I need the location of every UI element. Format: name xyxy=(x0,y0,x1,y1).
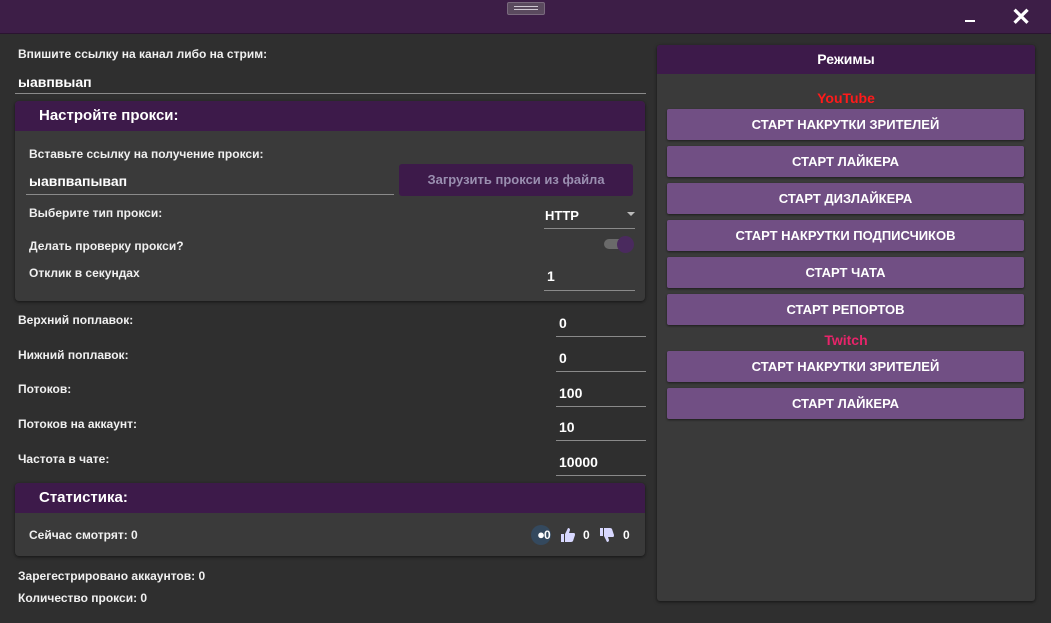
close-icon[interactable]: ✕ xyxy=(1009,6,1033,30)
proxy-link-input[interactable]: ыавпвапывап xyxy=(29,173,127,189)
proxy-settings-card: Настройте прокси: Вставьте ссылку на пол… xyxy=(15,101,645,301)
proxy-link-underline xyxy=(26,194,394,195)
threads-per-account-input[interactable]: 10 xyxy=(559,419,575,435)
youtube-viewers-button[interactable]: СТАРТ НАКРУТКИ ЗРИТЕЛЕЙ xyxy=(667,109,1024,140)
channel-link-underline xyxy=(15,93,646,94)
drag-handle-icon[interactable] xyxy=(507,2,545,15)
youtube-liker-button[interactable]: СТАРТ ЛАЙКЕРА xyxy=(667,146,1024,177)
bottom-float-label: Нижний поплавок: xyxy=(18,348,129,362)
threads-underline xyxy=(556,406,646,407)
registered-accounts: Зарегестрировано аккаунтов: 0 xyxy=(18,569,206,583)
minimize-icon[interactable] xyxy=(958,6,982,30)
modes-panel: Режимы YouTube СТАРТ НАКРУТКИ ЗРИТЕЛЕЙ С… xyxy=(657,45,1035,601)
bottom-float-underline xyxy=(556,371,646,372)
channel-link-input[interactable]: ыавпвыап xyxy=(18,74,92,90)
top-float-input[interactable]: 0 xyxy=(559,315,567,331)
top-float-underline xyxy=(556,336,646,337)
youtube-subscribers-button[interactable]: СТАРТ НАКРУТКИ ПОДПИСЧИКОВ xyxy=(667,220,1024,251)
modes-title: Режимы xyxy=(657,45,1035,74)
proxy-link-label: Вставьте ссылку на получение прокси: xyxy=(29,147,264,161)
dislikes-count: 0 xyxy=(623,528,630,542)
youtube-label: YouTube xyxy=(817,90,875,106)
proxy-type-label: Выберите тип прокси: xyxy=(29,206,163,220)
toggle-knob-icon[interactable] xyxy=(617,236,634,253)
chat-frequency-underline xyxy=(556,475,646,476)
top-float-label: Верхний поплавок: xyxy=(18,313,134,327)
proxy-settings-title: Настройте прокси: xyxy=(15,101,645,131)
twitch-label: Twitch xyxy=(824,332,868,348)
youtube-reports-button[interactable]: СТАРТ РЕПОРТОВ xyxy=(667,294,1024,325)
threads-per-account-underline xyxy=(556,440,646,441)
chat-frequency-label: Частота в чате: xyxy=(18,452,110,466)
title-bar[interactable]: ✕ xyxy=(0,0,1051,34)
channel-link-label: Впишите ссылку на канал либо на стрим: xyxy=(18,47,268,61)
load-proxy-file-button[interactable]: Загрузить прокси из файла xyxy=(399,164,633,196)
twitch-liker-button[interactable]: СТАРТ ЛАЙКЕРА xyxy=(667,388,1024,419)
viewers-count: 0 xyxy=(544,528,551,542)
proxy-type-underline xyxy=(544,228,635,229)
thumbs-down-icon xyxy=(599,527,615,543)
chevron-down-icon[interactable] xyxy=(627,212,635,216)
thumbs-up-icon xyxy=(560,527,576,543)
proxy-type-select[interactable]: HTTP xyxy=(545,208,579,223)
response-time-input[interactable]: 1 xyxy=(547,268,555,284)
watching-now: Сейчас смотрят: 0 xyxy=(29,528,138,542)
proxy-count: Количество прокси: 0 xyxy=(18,591,148,605)
threads-input[interactable]: 100 xyxy=(559,385,582,401)
likes-count: 0 xyxy=(583,528,590,542)
response-time-underline xyxy=(544,290,635,291)
youtube-disliker-button[interactable]: СТАРТ ДИЗЛАЙКЕРА xyxy=(667,183,1024,214)
statistics-card: Статистика: Сейчас смотрят: 0 ● 0 0 0 xyxy=(15,483,645,556)
proxy-check-label: Делать проверку прокси? xyxy=(29,239,184,253)
youtube-chat-button[interactable]: СТАРТ ЧАТА xyxy=(667,257,1024,288)
threads-label: Потоков: xyxy=(18,382,72,396)
threads-per-account-label: Потоков на аккаунт: xyxy=(18,417,138,431)
response-time-label: Отклик в секундах xyxy=(29,266,140,280)
statistics-title: Статистика: xyxy=(15,483,645,513)
chat-frequency-input[interactable]: 10000 xyxy=(559,454,598,470)
bottom-float-input[interactable]: 0 xyxy=(559,350,567,366)
twitch-viewers-button[interactable]: СТАРТ НАКРУТКИ ЗРИТЕЛЕЙ xyxy=(667,351,1024,382)
